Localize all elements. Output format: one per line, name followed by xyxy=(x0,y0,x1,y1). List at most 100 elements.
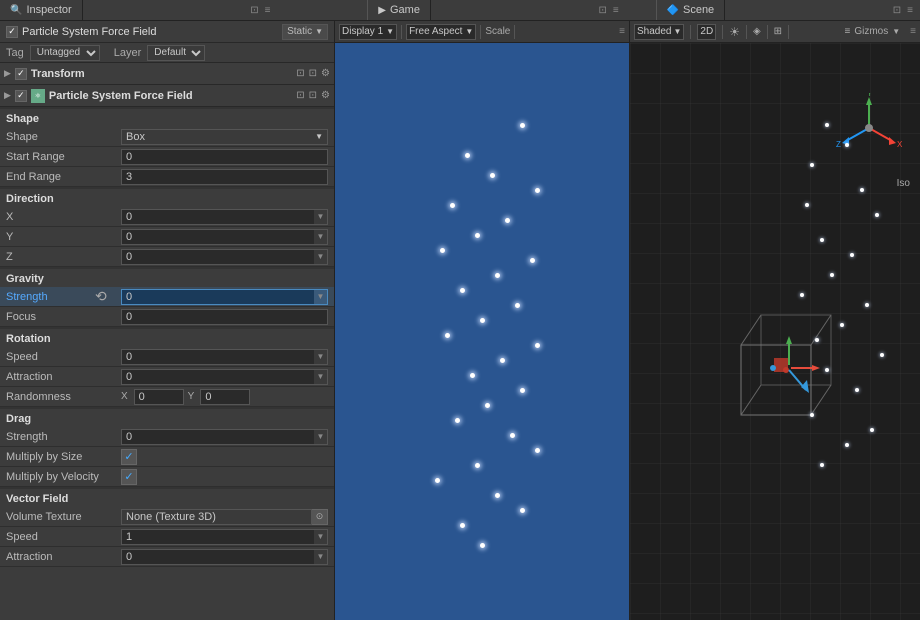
particle xyxy=(450,203,455,208)
transform-ctrl-1[interactable]: ⊡ xyxy=(296,68,304,79)
shaded-select[interactable]: Shaded ▼ xyxy=(634,24,684,40)
gravity-focus-input[interactable] xyxy=(121,309,328,325)
effects-icon[interactable]: ◈ xyxy=(753,26,761,37)
scene-tab[interactable]: 🔷 Scene xyxy=(656,0,726,20)
scene-particle xyxy=(840,323,844,327)
dir-z-input[interactable] xyxy=(121,249,314,265)
drag-strength-arrow[interactable]: ▼ xyxy=(314,429,328,445)
transform-settings[interactable]: ⚙ xyxy=(321,68,330,79)
aspect-select[interactable]: Free Aspect ▼ xyxy=(406,24,476,40)
vec-attraction-field: ▼ xyxy=(121,549,328,565)
2d-select[interactable]: 2D xyxy=(697,24,716,40)
component-enable-checkbox[interactable] xyxy=(15,90,27,102)
static-dropdown-arrow[interactable]: ▼ xyxy=(315,27,323,36)
gizmos-btn[interactable]: ≡ Gizmos ▼ xyxy=(844,26,900,37)
vec-volume-texture-input[interactable] xyxy=(121,509,312,525)
static-badge[interactable]: Static ▼ xyxy=(282,24,328,40)
iso-label: Iso xyxy=(897,178,910,189)
toolbar-sep-1 xyxy=(401,25,402,39)
start-range-field xyxy=(121,149,328,165)
vec-volume-row: Volume Texture ⊙ xyxy=(0,507,334,527)
rot-attraction-field: ▼ xyxy=(121,369,328,385)
vec-speed-row: Speed ▼ xyxy=(0,527,334,547)
dir-x-arrow[interactable]: ▼ xyxy=(314,209,328,225)
rot-speed-input[interactable] xyxy=(121,349,314,365)
particle xyxy=(445,333,450,338)
rot-randomness-x-input[interactable] xyxy=(134,389,184,405)
component-name: Particle System Force Field xyxy=(49,90,193,102)
overlay-icon[interactable]: ⊞ xyxy=(774,26,782,37)
particle xyxy=(465,153,470,158)
toolbar-sep-2 xyxy=(480,25,481,39)
vec-volume-value: ⊙ xyxy=(121,509,328,525)
shape-dropdown[interactable]: Box ▼ xyxy=(121,129,328,145)
rot-attraction-arrow[interactable]: ▼ xyxy=(314,369,328,385)
drag-strength-input[interactable] xyxy=(121,429,314,445)
inspector-tab[interactable]: 🔍 Inspector xyxy=(0,0,83,20)
game-tab-ctrl[interactable]: ⊡ xyxy=(596,5,610,16)
start-range-input[interactable] xyxy=(121,149,328,165)
gravity-strength-arrow[interactable]: ▼ xyxy=(314,289,328,305)
drag-mult-size-checkbox[interactable] xyxy=(121,449,137,465)
transform-header[interactable]: ▶ Transform ⊡ ⊡ ⚙ xyxy=(0,63,334,85)
object-enable-checkbox[interactable] xyxy=(6,26,18,38)
dir-x-label: X xyxy=(6,211,121,223)
rot-speed-label: Speed xyxy=(6,351,121,363)
comp-settings[interactable]: ⚙ xyxy=(321,90,330,101)
scene-tab-icon: 🔷 xyxy=(667,5,679,16)
rot-speed-row: Speed ▼ xyxy=(0,347,334,367)
vec-speed-label: Speed xyxy=(6,531,121,543)
tag-dropdown[interactable]: Untagged xyxy=(30,45,100,61)
cube-container xyxy=(711,290,851,430)
scene-tab-ctrl[interactable]: ⊡ xyxy=(890,5,904,16)
gravity-strength-row: Strength ▼ ⟲ xyxy=(0,287,334,307)
gravity-strength-input[interactable] xyxy=(121,289,314,305)
layer-dropdown[interactable]: Default xyxy=(147,45,205,61)
scene-tab-menu[interactable]: ≡ xyxy=(904,5,916,16)
comp-ctrl-1[interactable]: ⊡ xyxy=(296,90,304,101)
scene-particle xyxy=(875,213,879,217)
vec-attraction-input[interactable] xyxy=(121,549,314,565)
component-header[interactable]: ▶ ⚛ Particle System Force Field ⊡ ⊡ ⚙ xyxy=(0,85,334,107)
game-tab[interactable]: ▶ Game xyxy=(367,0,431,20)
game-tab-menu[interactable]: ≡ xyxy=(610,5,622,16)
svg-text:Z: Z xyxy=(836,140,841,149)
dir-x-input[interactable] xyxy=(121,209,314,225)
game-ctrl-btn[interactable]: ≡ xyxy=(619,26,625,37)
vec-attraction-arrow[interactable]: ▼ xyxy=(314,549,328,565)
comp-ctrl-2[interactable]: ⊡ xyxy=(309,90,317,101)
particle xyxy=(480,543,485,548)
scene-sep-4 xyxy=(767,25,768,39)
dir-y-arrow[interactable]: ▼ xyxy=(314,229,328,245)
drag-mult-velocity-label: Multiply by Velocity xyxy=(6,471,121,483)
drag-mult-velocity-row: Multiply by Velocity xyxy=(0,467,334,487)
inspector-tab-ctrl-menu[interactable]: ≡ xyxy=(262,5,274,16)
inspector-tab-ctrl-lock[interactable]: ⊡ xyxy=(247,5,261,16)
scene-particle xyxy=(845,143,849,147)
object-name-input[interactable] xyxy=(22,26,278,38)
dir-y-input[interactable] xyxy=(121,229,314,245)
vec-attraction-label: Attraction xyxy=(6,551,121,563)
transform-enable-checkbox[interactable] xyxy=(15,68,27,80)
rot-randomness-y-input[interactable] xyxy=(200,389,250,405)
drag-mult-size-value xyxy=(121,449,328,465)
scene-particle xyxy=(855,388,859,392)
particle xyxy=(475,463,480,468)
dir-z-arrow[interactable]: ▼ xyxy=(314,249,328,265)
display-select[interactable]: Display 1 ▼ xyxy=(339,24,397,40)
vec-volume-texture-btn[interactable]: ⊙ xyxy=(312,509,328,525)
transform-ctrl-2[interactable]: ⊡ xyxy=(309,68,317,79)
scene-particle xyxy=(870,428,874,432)
scene-menu-btn[interactable]: ≡ xyxy=(910,26,916,37)
rot-attraction-input[interactable] xyxy=(121,369,314,385)
vec-attraction-row: Attraction ▼ xyxy=(0,547,334,567)
vec-speed-arrow[interactable]: ▼ xyxy=(314,529,328,545)
scene-panel: Shaded ▼ 2D ☀ ◈ ⊞ ≡ Gizmos ▼ ≡ xyxy=(630,21,920,620)
sun-icon[interactable]: ☀ xyxy=(729,25,740,39)
rot-speed-arrow[interactable]: ▼ xyxy=(314,349,328,365)
end-range-input[interactable] xyxy=(121,169,328,185)
particle xyxy=(435,478,440,483)
vec-speed-input[interactable] xyxy=(121,529,314,545)
drag-mult-velocity-checkbox[interactable] xyxy=(121,469,137,485)
dir-x-row: X ▼ xyxy=(0,207,334,227)
